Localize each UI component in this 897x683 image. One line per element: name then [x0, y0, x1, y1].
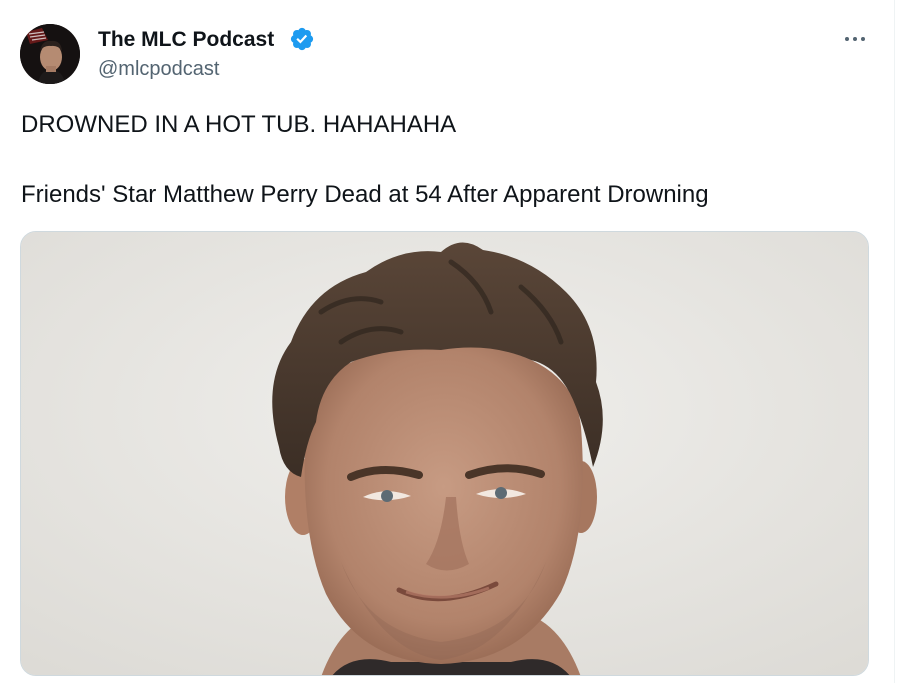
avatar-image	[20, 24, 80, 84]
tweet-line-2: Friends' Star Matthew Perry Dead at 54 A…	[21, 181, 709, 208]
verified-badge-icon[interactable]	[289, 26, 315, 52]
portrait-photo	[21, 232, 868, 675]
more-horizontal-icon	[845, 37, 849, 41]
more-options-button[interactable]	[836, 22, 874, 56]
tweet-text: DROWNED IN A HOT TUB. HAHAHAHA Friends' …	[21, 110, 871, 210]
author-avatar[interactable]	[20, 24, 80, 84]
tweet-line-1: DROWNED IN A HOT TUB. HAHAHAHA	[21, 111, 457, 138]
author-handle[interactable]: @mlcpodcast	[98, 57, 219, 81]
author-display-name[interactable]: The MLC Podcast	[98, 27, 274, 53]
timeline-divider	[894, 0, 895, 683]
tweet-media-photo[interactable]	[20, 231, 869, 676]
tweet-card: The MLC Podcast @mlcpodcast DROWNED IN A…	[0, 0, 897, 683]
